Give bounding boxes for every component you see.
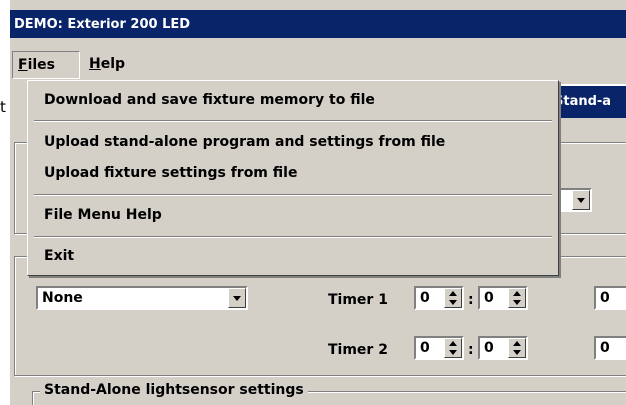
menu-item-file-menu-help[interactable]: File Menu Help xyxy=(44,207,162,223)
app-window: DEMO: Exterior 200 LED Files Help Stand-… xyxy=(8,0,626,405)
title-bar: DEMO: Exterior 200 LED xyxy=(10,10,626,38)
menu-separator xyxy=(34,120,552,122)
spin-down-icon xyxy=(513,300,521,305)
timer1-hours-value: 0 xyxy=(420,290,430,306)
menu-files-mnemonic: F xyxy=(18,57,28,73)
menu-item-upload-fixture-settings[interactable]: Upload fixture settings from file xyxy=(44,165,297,181)
window-title: DEMO: Exterior 200 LED xyxy=(14,17,191,32)
menu-files-rest: iles xyxy=(27,57,56,73)
timer1-hours-spin-buttons[interactable] xyxy=(444,288,462,308)
menu-bar: Files Help xyxy=(10,48,626,80)
chevron-down-icon xyxy=(577,198,585,203)
timer1-minutes-value: 0 xyxy=(484,290,494,306)
timer2-minutes-value: 0 xyxy=(484,340,494,356)
timer1-extra-spinner[interactable]: 0 xyxy=(594,286,626,310)
timer1-hours-spinner[interactable]: 0 xyxy=(414,286,464,310)
menu-item-download-save-memory[interactable]: Download and save fixture memory to file xyxy=(44,92,375,108)
spin-down-icon xyxy=(449,300,457,305)
files-dropdown-menu: Download and save fixture memory to file… xyxy=(27,80,559,276)
menu-help[interactable]: Help xyxy=(84,51,130,79)
menu-item-upload-standalone[interactable]: Upload stand-alone program and settings … xyxy=(44,134,445,150)
timer2-hours-spin-buttons[interactable] xyxy=(444,338,462,358)
timer1-extra-value: 0 xyxy=(600,290,610,306)
setting-select-dropdown-button[interactable] xyxy=(572,190,590,210)
menu-item-exit[interactable]: Exit xyxy=(44,248,74,264)
effect-select[interactable]: None xyxy=(36,286,248,310)
timer1-label: Timer 1 xyxy=(328,292,388,308)
spin-up-icon xyxy=(513,341,521,346)
effect-select-value: None xyxy=(42,290,83,306)
timer1-minutes-spin-buttons[interactable] xyxy=(508,288,526,308)
tab-stand-alone[interactable]: Stand-a xyxy=(548,84,626,118)
spin-down-icon xyxy=(449,350,457,355)
timer2-hours-spinner[interactable]: 0 xyxy=(414,336,464,360)
timer2-label: Timer 2 xyxy=(328,342,388,358)
spin-up-icon xyxy=(449,341,457,346)
timer2-extra-value: 0 xyxy=(600,340,610,356)
timer1-minutes-spinner[interactable]: 0 xyxy=(478,286,528,310)
timer2-extra-spinner[interactable]: 0 xyxy=(594,336,626,360)
menu-separator xyxy=(34,236,552,238)
chevron-down-icon xyxy=(233,296,241,301)
spin-up-icon xyxy=(449,291,457,296)
timer2-hours-value: 0 xyxy=(420,340,430,356)
timer2-colon: : xyxy=(468,342,474,358)
timer2-minutes-spin-buttons[interactable] xyxy=(508,338,526,358)
partial-label: t xyxy=(0,98,8,116)
menu-separator xyxy=(34,194,552,196)
menu-files[interactable]: Files xyxy=(12,51,80,79)
spin-up-icon xyxy=(513,291,521,296)
effect-select-dropdown-button[interactable] xyxy=(228,288,246,308)
timer1-colon: : xyxy=(468,292,474,308)
spin-down-icon xyxy=(513,350,521,355)
lightsensor-group-title: Stand-Alone lightsensor settings xyxy=(40,382,308,398)
menu-help-mnemonic: H xyxy=(89,56,101,72)
menu-help-rest: elp xyxy=(100,56,126,72)
timer2-minutes-spinner[interactable]: 0 xyxy=(478,336,528,360)
tab-stand-alone-label: Stand-a xyxy=(554,94,612,109)
